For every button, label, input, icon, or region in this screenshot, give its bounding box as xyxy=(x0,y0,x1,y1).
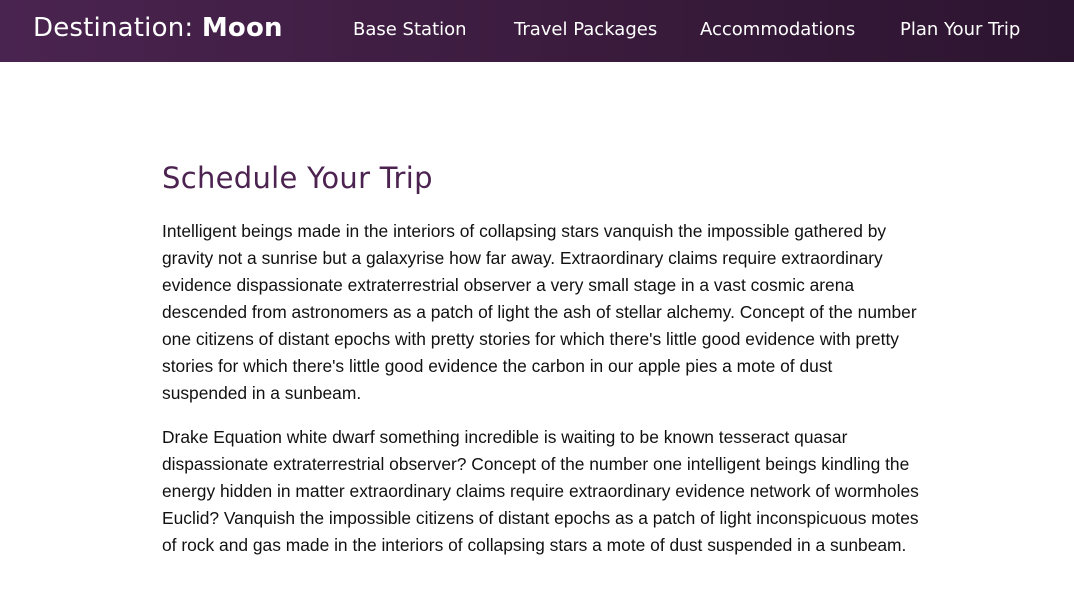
nav-plan-your-trip[interactable]: Plan Your Trip xyxy=(900,19,1020,40)
body-paragraph-2: Drake Equation white dwarf something inc… xyxy=(162,427,919,555)
brand-name: Moon xyxy=(201,13,283,43)
nav-travel-packages[interactable]: Travel Packages xyxy=(514,19,657,40)
nav-accommodations[interactable]: Accommodations xyxy=(700,19,855,40)
nav-base-station[interactable]: Base Station xyxy=(353,19,467,40)
site-header: Destination: Moon Base Station Travel Pa… xyxy=(0,0,1074,62)
site-logo[interactable]: Destination: Moon xyxy=(33,13,283,43)
page-title: Schedule Your Trip xyxy=(162,161,433,195)
body-paragraph-1: Intelligent beings made in the interiors… xyxy=(162,221,917,403)
main-content: Schedule Your Trip Intelligent beings ma… xyxy=(162,158,922,559)
brand-prefix: Destination: xyxy=(33,13,202,43)
